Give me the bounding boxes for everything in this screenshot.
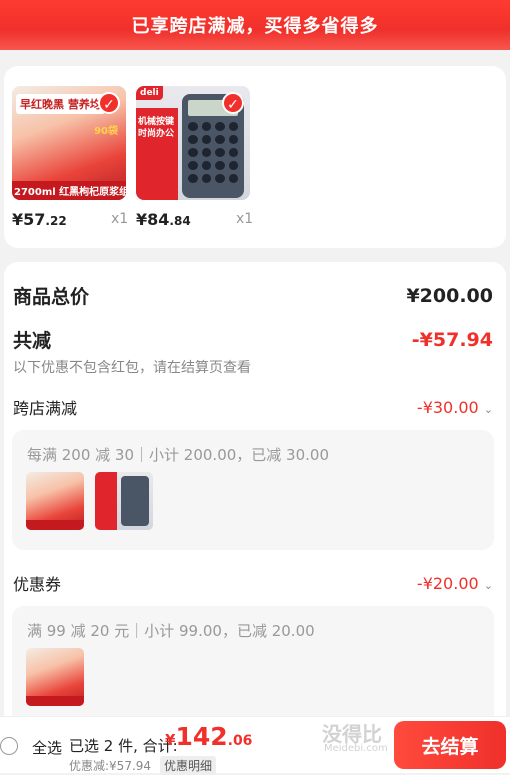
product-thumbnail[interactable]: deli 机械按键 时尚办公 ✓ [136, 86, 250, 200]
watermark-sub: Meidebi.com [324, 743, 388, 754]
coupon-detail: 满 99 减 20 元｜小计 99.00，已减 20.00 [27, 622, 315, 640]
mini-thumbnail [95, 472, 153, 530]
cross-store-label: 跨店满减 [13, 399, 78, 418]
product-item[interactable]: 早红晚黑 营养均 90袋 2700ml 红黑枸杞原浆组合 ✓ ¥57.22 x1 [12, 86, 128, 229]
coupon-value[interactable]: -¥20.00 ⌄ [417, 574, 493, 593]
cross-store-panel: 每满 200 减 30｜小计 200.00，已减 30.00 [12, 430, 494, 550]
thumb-badge: 90袋 [94, 126, 118, 137]
total-value: ¥200.00 [406, 284, 493, 307]
selected-check-icon[interactable]: ✓ [222, 92, 244, 114]
price-summary-card: 商品总价 ¥200.00 共减 -¥57.94 以下优惠不包含红包，请在结算页查… [4, 262, 506, 772]
thumb-title: 机械按键 时尚办公 [138, 117, 175, 139]
product-thumbnail[interactable]: 早红晚黑 营养均 90袋 2700ml 红黑枸杞原浆组合 ✓ [12, 86, 126, 200]
saved-amount: 优惠减:¥57.94 [69, 759, 152, 773]
total-label: 商品总价 [13, 286, 90, 308]
selected-summary: 已选 2 件, 合计: [69, 737, 178, 755]
selected-check-icon[interactable]: ✓ [98, 92, 120, 114]
promo-banner-text: 已享跨店满减，买得多省得多 [131, 16, 379, 37]
total-row: 商品总价 ¥200.00 [13, 282, 493, 309]
mini-thumbnail [26, 472, 84, 530]
chevron-down-icon: ⌄ [483, 402, 493, 416]
chevron-down-icon: ⌄ [483, 578, 493, 592]
cross-store-detail: 每满 200 减 30｜小计 200.00，已减 30.00 [27, 446, 329, 464]
mini-thumbnail [26, 648, 84, 706]
checkout-bar: 全选 已选 2 件, 合计: ¥142.06 优惠减:¥57.94 优惠明细 去… [0, 716, 510, 775]
select-all-label[interactable]: 全选 [32, 737, 62, 758]
discount-note: 以下优惠不包含红包，请在结算页查看 [13, 360, 251, 376]
coupon-label: 优惠券 [13, 575, 62, 594]
discount-row: 共减 -¥57.94 [13, 326, 493, 353]
cross-store-value[interactable]: -¥30.00 ⌄ [417, 398, 493, 417]
product-price: ¥84.84 [136, 210, 191, 229]
select-all-radio[interactable] [0, 737, 18, 755]
discount-detail-button[interactable]: 优惠明细 [160, 756, 217, 775]
product-price: ¥57.22 [12, 210, 67, 229]
product-qty: x1 [236, 211, 254, 227]
product-item[interactable]: deli 机械按键 时尚办公 ✓ ¥84.84 x1 [136, 86, 253, 229]
coupon-row[interactable]: 优惠券 -¥20.00 ⌄ [13, 571, 493, 595]
thumb-title: 早红晚黑 营养均 [16, 94, 105, 114]
discount-value: -¥57.94 [411, 328, 493, 351]
total-amount: ¥142.06 [165, 722, 253, 751]
promo-banner: 已享跨店满减，买得多省得多 [0, 0, 510, 50]
product-list-card: 早红晚黑 营养均 90袋 2700ml 红黑枸杞原浆组合 ✓ ¥57.22 x1… [4, 66, 506, 248]
thumb-brand: deli [136, 86, 163, 100]
thumb-caption: 2700ml 红黑枸杞原浆组合 [12, 181, 126, 200]
checkout-button[interactable]: 去结算 [394, 721, 506, 769]
product-qty: x1 [111, 211, 129, 227]
discount-label: 共减 [13, 330, 52, 352]
cross-store-row[interactable]: 跨店满减 -¥30.00 ⌄ [13, 395, 493, 419]
discount-note-row: 以下优惠不包含红包，请在结算页查看 [13, 357, 493, 377]
